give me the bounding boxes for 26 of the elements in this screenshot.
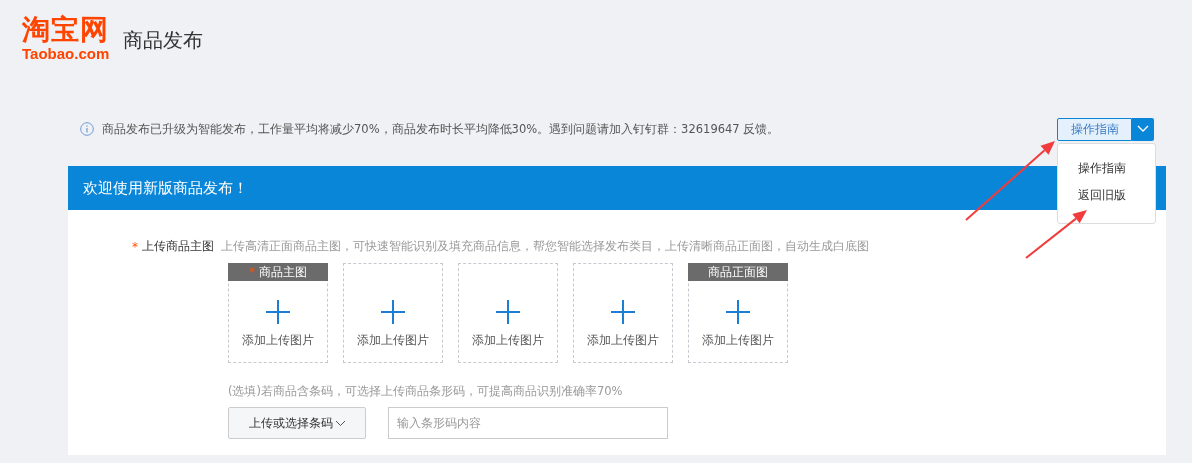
slot-label: 添加上传图片 [242,332,314,349]
image-upload-slot[interactable]: * 商品主图 添加上传图片 [228,263,328,363]
logo-text: 淘宝网 [22,15,110,45]
barcode-input[interactable]: 输入条形码内容 [388,407,668,439]
required-mark: * [132,239,138,254]
slot-label: 添加上传图片 [702,332,774,349]
slot-header-text: 商品主图 [259,263,307,281]
page-title: 商品发布 [123,27,204,54]
required-mark: * [249,265,255,279]
logo-domain: Taobao.com [22,45,110,63]
menu-item[interactable]: 操作指南 [1058,157,1155,179]
image-upload-slot[interactable]: 添加上传图片 [343,263,443,363]
field-label: 上传商品主图 [142,238,214,255]
slot-label: 添加上传图片 [357,332,429,349]
slot-label: 添加上传图片 [472,332,544,349]
image-upload-slot[interactable]: 商品正面图 添加上传图片 [688,263,788,363]
barcode-button[interactable]: 上传或选择条码 [228,407,366,439]
barcode-hint: (选填)若商品含条码，可选择上传商品条形码，可提高商品识别准确率70% [228,384,623,398]
guide-button[interactable]: 操作指南 [1057,117,1132,141]
notice-text: 商品发布已升级为智能发布，工作量平均将减少70%，商品发布时长平均降低30%。遇到问题请加入钉钉群：32619647 反馈。 [102,121,780,137]
image-upload-slot[interactable]: 添加上传图片 [458,263,558,363]
menu-item[interactable]: 返回旧版 [1058,184,1155,206]
image-upload-slot[interactable]: 添加上传图片 [573,263,673,363]
hint-text: 上传高清正面商品主图，可快速智能识别及填充商品信息，帮您智能选择发布类目，上传清晰商品正面图，自动生成白底图 [221,239,869,254]
slot-header-text: 商品正面图 [708,263,768,281]
slot-label: 添加上传图片 [587,332,659,349]
